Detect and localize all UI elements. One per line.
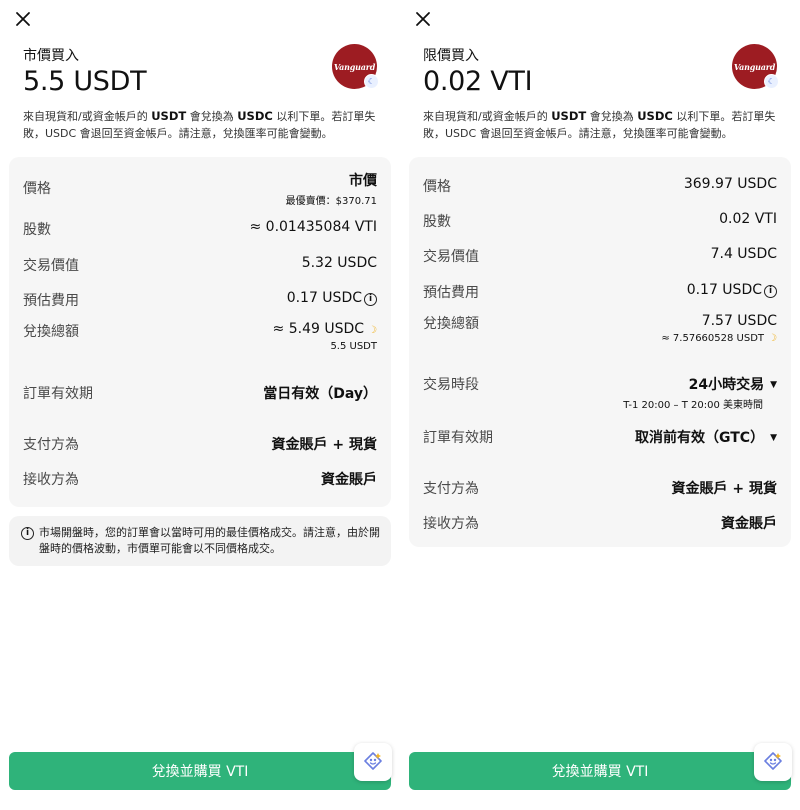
receive-label: 接收方為 (23, 472, 79, 488)
pay-from-row: 支付方為 資金賬戶 + 現貨 (23, 434, 377, 454)
validity-value[interactable]: 取消前有效（GTC） (635, 430, 764, 446)
receive-row: 接收方為 資金賬戶 (423, 513, 777, 533)
order-type-label: 限價買入 (423, 48, 479, 64)
trade-value-label: 交易價值 (23, 258, 79, 274)
conversion-description: 來自現貨和/或資金帳戶的 USDT 會兌換為 USDC 以利下單。若訂單失敗，U… (23, 108, 383, 142)
convert-total-value: 7.57 USDC (701, 313, 777, 329)
receive-value: 資金賬戶 (321, 472, 377, 488)
validity-row[interactable]: 訂單有效期 取消前有效（GTC） ▼ (423, 427, 777, 447)
limit-buy-panel: 限價買入 0.02 VTI Vanguard ☾ 來自現貨和/或資金帳戶的 US… (400, 0, 800, 810)
desc-to-token: USDC (237, 109, 273, 123)
shares-value: 0.02 VTI (719, 211, 777, 227)
close-icon[interactable] (414, 10, 432, 28)
receive-value: 資金賬戶 (721, 516, 777, 532)
shares-row: 股數 ≈ 0.01435084 VTI (23, 219, 377, 239)
pay-from-row: 支付方為 資金賬戶 + 現貨 (423, 478, 777, 498)
fee-value: 0.17 USDC (286, 290, 362, 306)
fee-label: 預估費用 (423, 285, 479, 301)
price-label: 價格 (423, 179, 451, 195)
desc-from-token: USDT (151, 109, 187, 123)
convert-and-buy-button[interactable]: 兌換並購買 VTI (9, 752, 391, 790)
price-value: 369.97 USDC (683, 176, 777, 192)
trade-value-label: 交易價值 (423, 249, 479, 265)
trade-value-value: 7.4 USDC (710, 246, 777, 262)
convert-total-sub: 5.5 USDT (330, 341, 377, 352)
caret-down-icon[interactable]: ▼ (770, 380, 777, 390)
order-details-card: 價格 369.97 USDC 股數 0.02 VTI 交易價值 7.4 USDC… (409, 157, 791, 547)
conversion-description: 來自現貨和/或資金帳戶的 USDT 會兌換為 USDC 以利下單。若訂單失敗，U… (423, 108, 783, 142)
convert-total-sub: ≈ 7.57660528 USDT (661, 333, 765, 344)
pay-from-label: 支付方為 (23, 437, 79, 453)
convert-total-row: 兌換總額 ≈ 5.49 USDC ☽ 5.5 USDT (23, 321, 377, 352)
vanguard-logo: Vanguard ☾ (732, 44, 779, 89)
fee-label: 預估費用 (23, 293, 79, 309)
fee-row: 預估費用 0.17 USDC i (423, 282, 777, 302)
session-hours: T-1 20:00 – T 20:00 美東時間 (623, 400, 763, 411)
info-icon[interactable]: i (764, 285, 777, 298)
desc-text: 會兌換為 (586, 110, 638, 123)
shares-label: 股數 (23, 222, 51, 238)
trade-value-row: 交易價值 7.4 USDC (423, 246, 777, 266)
assistant-icon[interactable] (354, 743, 392, 781)
session-row[interactable]: 交易時段 24小時交易 ▼ T-1 20:00 – T 20:00 美東時間 (423, 374, 777, 411)
price-row: 價格 369.97 USDC (423, 176, 777, 196)
order-details-card: 價格 市價 最優賣價：$370.71 股數 ≈ 0.01435084 VTI 交… (9, 157, 391, 507)
trade-value-value: 5.32 USDC (301, 255, 377, 271)
info-icon[interactable]: i (364, 293, 377, 306)
sparkle-icon: ☽ (768, 333, 777, 344)
desc-text: 會兌換為 (186, 110, 238, 123)
receive-row: 接收方為 資金賬戶 (23, 469, 377, 489)
validity-label: 訂單有效期 (23, 386, 93, 402)
convert-total-label: 兌換總額 (23, 324, 79, 340)
sparkle-icon: ☽ (368, 325, 377, 336)
caret-down-icon[interactable]: ▼ (770, 433, 777, 443)
fee-value: 0.17 USDC (686, 282, 762, 298)
receive-label: 接收方為 (423, 516, 479, 532)
pay-from-value: 資金賬戶 + 現貨 (671, 481, 777, 497)
assistant-icon[interactable] (754, 743, 792, 781)
convert-total-value: ≈ 5.49 USDC (272, 321, 365, 337)
desc-text: 來自現貨和/或資金帳戶的 (423, 110, 552, 123)
shares-value: ≈ 0.01435084 VTI (249, 219, 377, 235)
shares-row: 股數 0.02 VTI (423, 211, 777, 231)
logo-text: Vanguard (333, 61, 376, 72)
convert-and-buy-button[interactable]: 兌換並購買 VTI (409, 752, 791, 790)
market-buy-panel: 市價買入 5.5 USDT Vanguard ☾ 來自現貨和/或資金帳戶的 US… (0, 0, 400, 810)
convert-total-label: 兌換總額 (423, 316, 479, 332)
price-row: 價格 市價 最優賣價：$370.71 (23, 170, 377, 207)
convert-total-row: 兌換總額 7.57 USDC ≈ 7.57660528 USDT ☽ (423, 313, 777, 344)
trade-value-row: 交易價值 5.32 USDC (23, 255, 377, 275)
order-amount: 0.02 VTI (423, 66, 533, 97)
price-value: 市價 (349, 173, 377, 189)
vanguard-logo: Vanguard ☾ (332, 44, 379, 89)
fee-row: 預估費用 0.17 USDC i (23, 290, 377, 310)
order-amount: 5.5 USDT (23, 66, 147, 97)
desc-to-token: USDC (637, 109, 673, 123)
pay-from-value: 資金賬戶 + 現貨 (271, 437, 377, 453)
session-label: 交易時段 (423, 377, 479, 393)
session-value[interactable]: 24小時交易 (689, 377, 764, 393)
close-icon[interactable] (14, 10, 32, 28)
price-label: 價格 (23, 181, 51, 197)
logo-text: Vanguard (733, 61, 776, 72)
shares-label: 股數 (423, 214, 451, 230)
best-ask-price: 最優賣價：$370.71 (285, 196, 377, 207)
validity-label: 訂單有效期 (423, 430, 493, 446)
info-icon: i (21, 527, 34, 540)
moon-icon: ☾ (764, 74, 779, 89)
moon-icon: ☾ (364, 74, 379, 89)
validity-row[interactable]: 訂單有效期 當日有效（Day） (23, 383, 377, 403)
note-text: 市場開盤時，您的訂單會以當時可用的最佳價格成交。請注意，由於開盤時的價格波動，市… (39, 526, 380, 555)
order-type-label: 市價買入 (23, 48, 79, 64)
pay-from-label: 支付方為 (423, 481, 479, 497)
market-order-note: i 市場開盤時，您的訂單會以當時可用的最佳價格成交。請注意，由於開盤時的價格波動… (9, 516, 391, 566)
desc-from-token: USDT (551, 109, 587, 123)
desc-text: 來自現貨和/或資金帳戶的 (23, 110, 152, 123)
validity-value[interactable]: 當日有效（Day） (263, 383, 377, 403)
